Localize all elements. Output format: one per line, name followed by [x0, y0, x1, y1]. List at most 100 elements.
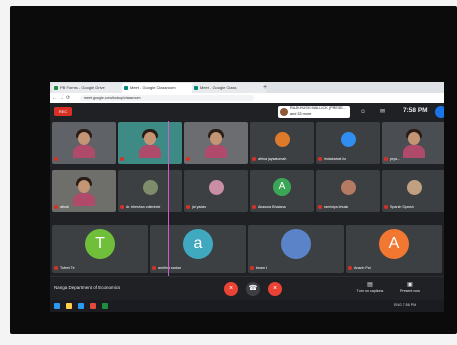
mic-off-icon — [54, 205, 58, 210]
hangup-icon[interactable]: ☎ — [246, 282, 260, 296]
participant-photo — [406, 180, 422, 195]
participant-photo — [142, 180, 158, 195]
tab-label: PB Forms - Google Drive — [60, 85, 105, 90]
participant-tile[interactable]: A Akasora Bhatana — [250, 170, 314, 212]
meet-icon — [194, 86, 198, 90]
face — [210, 132, 222, 145]
tray-clock: ENG 7:58 PM — [394, 303, 417, 307]
presenter-chip[interactable]: RAJKHUSH MALLICK (PRESE... and 33 more — [278, 106, 350, 118]
app-icon[interactable] — [102, 303, 108, 309]
browser-tab-bar: PB Forms - Google Drive Meet - Google Cl… — [50, 82, 444, 93]
participant-name: dr. bheshan cdienbde — [120, 205, 160, 210]
participant-name — [120, 157, 126, 162]
participant-name-text: raminiya bhusk — [324, 205, 349, 209]
participant-name: prya... — [384, 157, 400, 162]
participant-tile[interactable] — [184, 122, 248, 164]
face — [78, 180, 90, 193]
mic-off-icon — [384, 205, 388, 210]
participant-name: afrina jaysatomah — [252, 157, 286, 162]
browser-tab[interactable]: Meet - Google Class — [192, 83, 266, 93]
camera-off-icon[interactable]: × — [268, 282, 282, 296]
mic-off-icon — [318, 205, 322, 210]
meeting-name[interactable]: Nanga Department of Economics — [54, 285, 120, 290]
start-icon[interactable] — [54, 303, 60, 309]
participant-video — [71, 176, 97, 206]
participant-tile[interactable]: beam t — [248, 225, 344, 273]
torso — [205, 145, 227, 158]
participant-video — [401, 128, 427, 158]
browser-tab[interactable]: PB Forms - Google Drive — [52, 83, 126, 93]
participant-tile[interactable]: a amithra sarkar — [150, 225, 246, 273]
torso — [403, 145, 425, 158]
participant-tile[interactable]: jal yadav — [184, 170, 248, 212]
present-button[interactable]: ▣ Present now — [395, 281, 425, 294]
presenter-name: RAJKHUSH MALLICK (PRESE... — [290, 106, 347, 110]
self-avatar[interactable] — [435, 106, 444, 118]
folder-icon[interactable] — [66, 303, 72, 309]
participant-video — [71, 128, 97, 158]
new-tab-button[interactable]: + — [263, 82, 267, 93]
participant-name: Tufeel Te — [54, 266, 75, 271]
participant-tile[interactable] — [52, 122, 116, 164]
mic-off-icon — [186, 157, 190, 162]
participant-tile[interactable]: prya... — [382, 122, 444, 164]
url-input[interactable]: meet.google.com/lookup/classroom — [80, 95, 254, 101]
participant-name: raminiya bhusk — [318, 205, 348, 210]
participant-name-text: jal yadav — [192, 205, 207, 209]
mic-off-icon — [250, 266, 254, 271]
captions-button[interactable]: ▤ Turn on captions — [355, 281, 385, 294]
torso — [139, 145, 161, 158]
mic-off-icon — [186, 205, 190, 210]
face — [144, 132, 156, 145]
participant-tile[interactable]: dr. bheshan cdienbde — [118, 170, 182, 212]
participant-name-text: afrina jaysatomah — [258, 157, 287, 161]
tab-label: Meet - Google Class — [200, 85, 237, 90]
participant-tile[interactable]: imdabalvat lio — [316, 122, 380, 164]
participant-name-text: athub — [60, 205, 69, 209]
mic-off-icon — [120, 157, 124, 162]
chat-icon[interactable]: ✉ — [380, 108, 385, 116]
mic-off-icon — [252, 157, 256, 162]
participant-name: jal yadav — [186, 205, 206, 210]
participant-photo — [208, 180, 224, 195]
participant-name: Ananh Pal — [348, 266, 371, 271]
mic-off-icon — [54, 266, 58, 271]
presenter-sub: and 33 more — [290, 111, 312, 116]
participant-name — [186, 157, 192, 162]
participant-photo — [340, 180, 356, 195]
participant-tile[interactable]: raminiya bhusk — [316, 170, 380, 212]
participant-name — [54, 157, 60, 162]
participant-name: imdabalvat lio — [318, 157, 346, 162]
participant-name-text: imdabalvat lio — [324, 157, 346, 161]
torso — [73, 193, 95, 206]
participant-tile[interactable]: Sparsh Sparsh — [382, 170, 444, 212]
participant-tile[interactable]: A Ananh Pal — [346, 225, 442, 273]
participant-name-text: Tufeel Te — [60, 266, 75, 270]
presenter-avatar — [280, 108, 288, 116]
face — [408, 132, 420, 145]
nav-buttons[interactable]: ←→⟳ — [52, 93, 72, 103]
mic-off-icon — [348, 266, 352, 271]
participant-avatar: A — [273, 178, 291, 196]
face — [78, 132, 90, 145]
participant-tile[interactable]: afrina jaysatomah — [250, 122, 314, 164]
participant-name-text: Ananh Pal — [354, 266, 371, 270]
screen: PB Forms - Google Drive Meet - Google Cl… — [50, 82, 444, 312]
people-icon[interactable]: ☺ — [360, 108, 366, 116]
tab-label: Meet - Google Classroom — [130, 85, 176, 90]
participant-tile[interactable]: T Tufeel Te — [52, 225, 148, 273]
participant-name: beam t — [250, 266, 267, 271]
participant-tile[interactable] — [118, 122, 182, 164]
mic-off-icon — [384, 157, 388, 162]
participant-tile[interactable]: athub — [52, 170, 116, 212]
edge-icon[interactable] — [78, 303, 84, 309]
mic-off-icon — [252, 205, 256, 210]
browser-tab[interactable]: Meet - Google Classroom — [122, 83, 196, 93]
chrome-icon[interactable] — [90, 303, 96, 309]
participant-name: athub — [54, 205, 69, 210]
participant-name-text: beam t — [256, 266, 267, 270]
participant-name: Sparsh Sparsh — [384, 205, 414, 210]
participant-photo — [274, 132, 290, 147]
participant-photo — [340, 132, 356, 147]
mic-off-icon[interactable]: × — [224, 282, 238, 296]
